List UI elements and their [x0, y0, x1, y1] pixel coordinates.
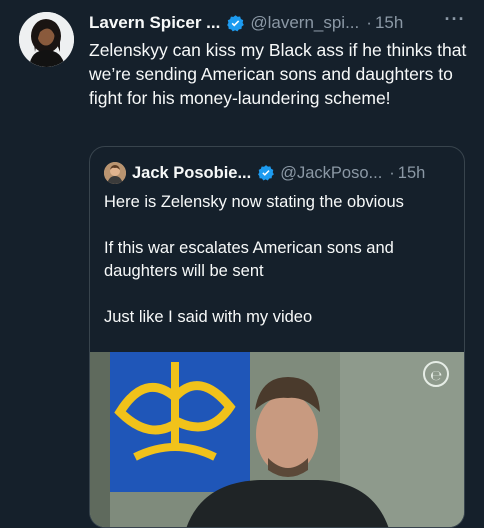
- author-avatar-image: [19, 12, 74, 67]
- video-frame-image: ℮: [90, 352, 464, 527]
- tweet[interactable]: Lavern Spicer ... @lavern_spi... · 15h ·…: [0, 0, 484, 528]
- tweet-timestamp[interactable]: 15h: [375, 13, 403, 33]
- quote-paragraph: If this war escalates American sons and …: [104, 239, 394, 280]
- quote-paragraph: Just like I said with my video: [104, 308, 313, 326]
- quote-author-handle[interactable]: @JackPoso...: [280, 164, 382, 183]
- author-avatar[interactable]: [19, 12, 74, 67]
- quote-paragraph: Here is Zelensky now stating the obvious: [104, 193, 404, 211]
- more-options-icon[interactable]: ···: [442, 10, 468, 32]
- header-separator: ·: [366, 13, 372, 32]
- author-name[interactable]: Lavern Spicer ...: [89, 13, 220, 33]
- quote-timestamp[interactable]: 15h: [398, 164, 426, 183]
- quote-video-thumbnail[interactable]: ℮: [90, 352, 464, 527]
- quote-author-avatar[interactable]: [104, 162, 126, 184]
- verified-badge-icon[interactable]: [226, 14, 245, 33]
- quote-header: Jack Posobie... @JackPoso... · 15h: [104, 161, 425, 185]
- tweet-header: Lavern Spicer ... @lavern_spi... · 15h: [89, 12, 403, 34]
- quote-text: Here is Zelensky now stating the obvious…: [104, 191, 454, 352]
- media-watermark-icon: ℮: [430, 368, 442, 384]
- tweet-text: Zelenskyy can kiss my Black ass if he th…: [89, 40, 467, 108]
- quote-header-separator: ·: [389, 163, 395, 182]
- verified-badge-icon[interactable]: [257, 164, 275, 182]
- quoted-tweet[interactable]: Jack Posobie... @JackPoso... · 15h Here …: [89, 146, 465, 528]
- quote-author-name[interactable]: Jack Posobie...: [132, 164, 251, 183]
- author-handle[interactable]: @lavern_spi...: [250, 13, 359, 33]
